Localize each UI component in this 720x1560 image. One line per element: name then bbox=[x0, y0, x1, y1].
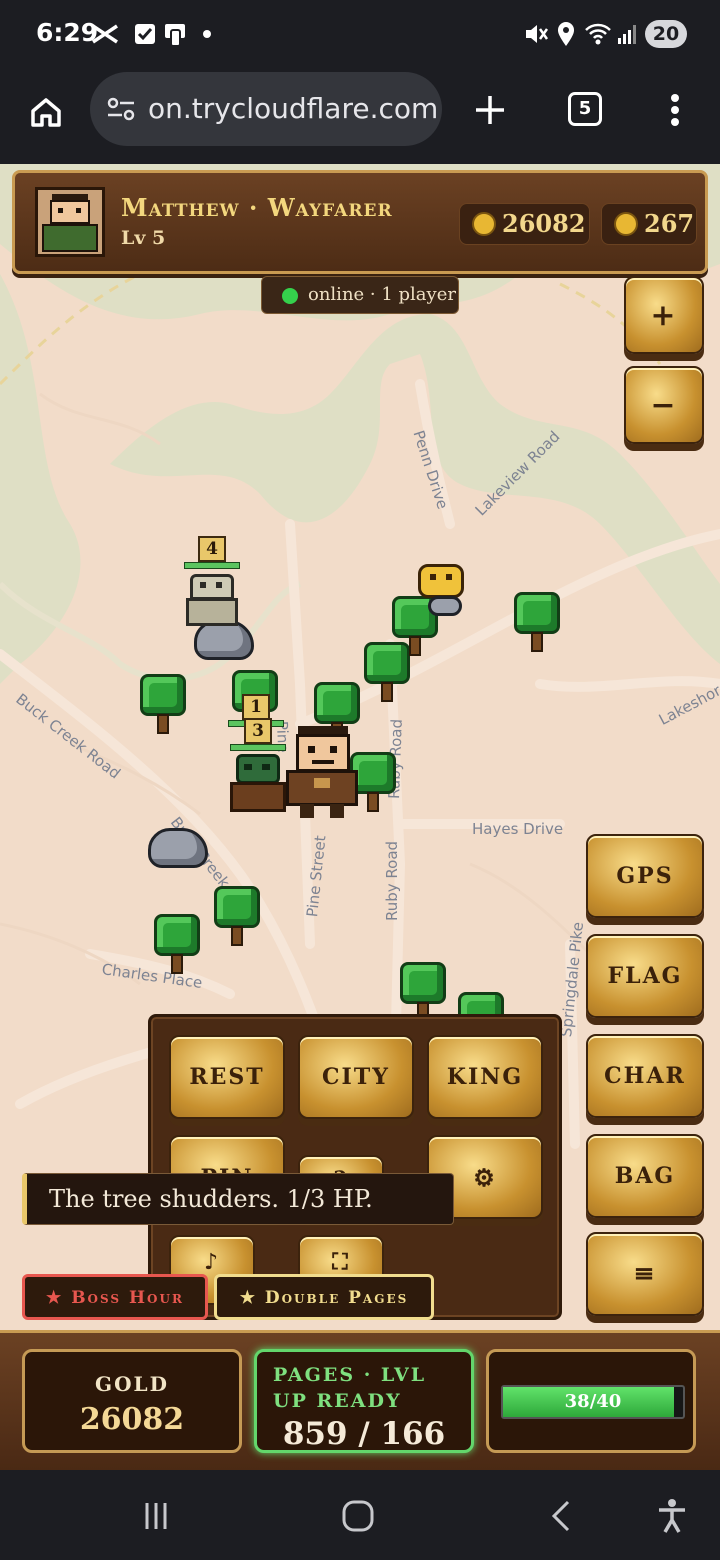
skeleton-enemy[interactable] bbox=[186, 574, 238, 630]
url-bar[interactable]: on.trycloudflare.com bbox=[90, 72, 442, 146]
gps-button[interactable]: GPS bbox=[586, 834, 704, 918]
mute-icon bbox=[522, 20, 550, 48]
flag-button[interactable]: FLAG bbox=[586, 934, 704, 1018]
wifi-icon bbox=[584, 20, 612, 48]
enemy-level-badge: 3 bbox=[244, 718, 272, 744]
online-dot-icon bbox=[282, 288, 298, 304]
gold-value: 26082 bbox=[79, 1402, 185, 1437]
recent-apps-icon[interactable] bbox=[134, 1494, 178, 1538]
more-vert-icon[interactable] bbox=[660, 90, 690, 130]
gold-coin-icon bbox=[472, 212, 496, 236]
enemy-hp-bar bbox=[184, 562, 240, 569]
pages-box[interactable]: PAGES · LVL UP READY 859 / 166 bbox=[254, 1349, 474, 1453]
tree-resource[interactable] bbox=[512, 592, 562, 654]
gem-amount: 267 bbox=[644, 209, 695, 238]
battery-indicator: 20 bbox=[645, 20, 687, 48]
pages-label: PAGES · LVL UP READY bbox=[273, 1364, 427, 1412]
char-button[interactable]: CHAR bbox=[586, 1034, 704, 1118]
home-icon[interactable] bbox=[26, 92, 66, 132]
bottom-hud: GOLD 26082 PAGES · LVL UP READY 859 / 16… bbox=[0, 1330, 720, 1470]
player-panel: Matthew · Wayfarer Lv 5 26082 267 bbox=[12, 170, 708, 274]
player-character[interactable] bbox=[286, 726, 358, 818]
lake-arm bbox=[0, 274, 81, 684]
location-icon bbox=[554, 20, 578, 48]
back-icon[interactable] bbox=[538, 1494, 582, 1538]
player-level: Lv 5 bbox=[121, 227, 166, 249]
online-status: online · 1 player bbox=[261, 276, 459, 314]
bag-button[interactable]: BAG bbox=[586, 1134, 704, 1218]
phone-app-icon bbox=[162, 20, 190, 48]
capcut-icon bbox=[88, 20, 122, 48]
tree-resource[interactable] bbox=[212, 886, 262, 948]
tab-switcher-button[interactable]: 5 bbox=[568, 92, 602, 126]
enemy-level-badge: 4 bbox=[198, 536, 226, 562]
yellow-blob-creature[interactable] bbox=[418, 564, 466, 616]
enemy-hp-bar bbox=[230, 744, 286, 751]
king-button[interactable]: KING bbox=[427, 1035, 543, 1119]
city-button[interactable]: CITY bbox=[298, 1035, 414, 1119]
rock-resource[interactable] bbox=[148, 828, 208, 868]
tree-resource[interactable] bbox=[138, 674, 188, 736]
zoom-out-button[interactable]: − bbox=[624, 366, 704, 444]
accessibility-icon[interactable] bbox=[650, 1494, 694, 1538]
checkbox-icon bbox=[132, 20, 158, 48]
gold-counter: 26082 bbox=[459, 203, 590, 245]
site-settings-icon[interactable] bbox=[104, 94, 138, 124]
gold-amount: 26082 bbox=[502, 209, 586, 238]
pages-value: 859 / 166 bbox=[282, 1416, 446, 1452]
gem-coin-icon bbox=[614, 212, 638, 236]
double-pages-event[interactable]: ★ Double Pages bbox=[214, 1274, 434, 1320]
orc-enemy[interactable] bbox=[230, 754, 286, 816]
browser-toolbar: on.trycloudflare.com 5 bbox=[0, 68, 720, 164]
enemy-level-badge: 1 bbox=[242, 694, 270, 720]
hp-bar: 38/40 bbox=[501, 1385, 685, 1419]
gold-label: GOLD bbox=[95, 1372, 169, 1396]
combat-toast: The tree shudders. 1/3 HP. bbox=[22, 1173, 454, 1225]
street-label: Ruby Road bbox=[383, 840, 401, 921]
rest-button[interactable]: REST bbox=[169, 1035, 285, 1119]
zoom-in-button[interactable]: + bbox=[624, 276, 704, 354]
hp-text: 38/40 bbox=[564, 1391, 622, 1412]
notification-dot-icon bbox=[200, 20, 214, 48]
player-avatar[interactable] bbox=[35, 187, 105, 257]
gold-box: GOLD 26082 bbox=[22, 1349, 242, 1453]
signal-icon bbox=[616, 20, 640, 48]
player-name: Matthew · Wayfarer bbox=[121, 193, 393, 222]
hp-box: 38/40 bbox=[486, 1349, 696, 1453]
tree-resource[interactable] bbox=[152, 914, 202, 976]
boss-hour-event[interactable]: ★ Boss Hour bbox=[22, 1274, 208, 1320]
home-circle-icon[interactable] bbox=[336, 1494, 380, 1538]
status-bar: 6:29 20 bbox=[0, 0, 720, 68]
street-label: Hayes Drive bbox=[472, 820, 564, 838]
url-text: on.trycloudflare.com bbox=[148, 92, 439, 125]
online-status-text: online · 1 player bbox=[308, 284, 456, 305]
android-nav-bar bbox=[0, 1470, 720, 1560]
menu-button[interactable]: ≡ bbox=[586, 1232, 704, 1316]
gem-counter: 267 bbox=[601, 203, 697, 245]
new-tab-icon[interactable] bbox=[470, 90, 510, 130]
